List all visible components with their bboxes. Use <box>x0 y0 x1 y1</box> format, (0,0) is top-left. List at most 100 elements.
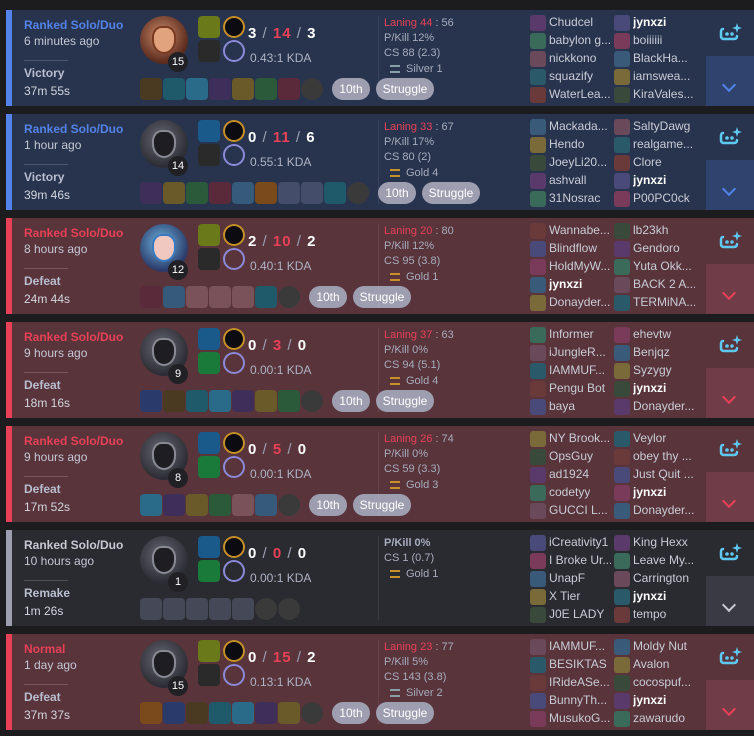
secondary-rune-icon[interactable] <box>223 40 245 62</box>
summoner-spell-2-icon[interactable] <box>198 40 220 62</box>
player-name[interactable]: Syzygy <box>633 363 672 377</box>
empty-item-slot[interactable] <box>186 598 208 620</box>
trinket-item-icon[interactable] <box>301 78 323 100</box>
player-name[interactable]: BACK 2 A... <box>633 277 695 291</box>
match-card[interactable]: Ranked Solo/Duo 1 hour ago Victory 39m 46s 1… <box>6 114 754 210</box>
primary-rune-icon[interactable] <box>223 536 245 558</box>
player-name[interactable]: Clore <box>633 155 662 169</box>
item-icon[interactable] <box>255 78 277 100</box>
item-icon[interactable] <box>163 78 185 100</box>
player-name[interactable]: iJungleR... <box>549 345 606 359</box>
player-name[interactable]: Donayder... <box>633 399 694 413</box>
expand-details-button[interactable] <box>706 576 754 626</box>
player-name[interactable]: IAMMUF... <box>549 363 605 377</box>
performance-badge[interactable]: Struggle <box>422 182 480 204</box>
secondary-rune-icon[interactable] <box>223 352 245 374</box>
player-name[interactable]: ashvall <box>549 173 586 187</box>
performance-badge[interactable]: Struggle <box>376 702 434 724</box>
secondary-rune-icon[interactable] <box>223 144 245 166</box>
player-name[interactable]: jynxzi <box>549 277 582 291</box>
primary-rune-icon[interactable] <box>223 640 245 662</box>
player-name[interactable]: tempo <box>633 607 666 621</box>
expand-details-button[interactable] <box>706 368 754 418</box>
player-name[interactable]: ehevtw <box>633 327 671 341</box>
performance-badge[interactable]: Struggle <box>376 78 434 100</box>
item-icon[interactable] <box>209 182 231 204</box>
summoner-spell-2-icon[interactable] <box>198 248 220 270</box>
summoner-spell-2-icon[interactable] <box>198 352 220 374</box>
item-icon[interactable] <box>163 494 185 516</box>
player-name[interactable]: Carrington <box>633 571 689 585</box>
match-card[interactable]: Ranked Solo/Duo 9 hours ago Defeat 18m 16s 9… <box>6 322 754 418</box>
summoner-spell-1-icon[interactable] <box>198 120 220 142</box>
ai-analysis-button[interactable] <box>706 530 754 576</box>
match-card[interactable]: Ranked Solo/Duo 10 hours ago Remake 1m 26s 1… <box>6 530 754 626</box>
player-name[interactable]: X Tier <box>549 589 580 603</box>
item-icon[interactable] <box>255 494 277 516</box>
placement-badge[interactable]: 10th <box>309 286 347 308</box>
trinket-item-icon[interactable] <box>278 598 300 620</box>
player-name[interactable]: J0E LADY <box>549 607 604 621</box>
player-name[interactable]: WaterLea... <box>549 87 611 101</box>
item-icon[interactable] <box>163 390 185 412</box>
match-card[interactable]: Ranked Solo/Duo 9 hours ago Defeat 17m 52s 8… <box>6 426 754 522</box>
summoner-spell-2-icon[interactable] <box>198 560 220 582</box>
summoner-spell-1-icon[interactable] <box>198 328 220 350</box>
summoner-spell-1-icon[interactable] <box>198 224 220 246</box>
item-icon[interactable] <box>163 702 185 724</box>
player-name[interactable]: jynxzi <box>633 693 666 707</box>
secondary-rune-icon[interactable] <box>223 664 245 686</box>
player-name[interactable]: Gendoro <box>633 241 680 255</box>
match-card[interactable]: Ranked Solo/Duo 8 hours ago Defeat 24m 44s 1… <box>6 218 754 314</box>
player-name[interactable]: GUCCI L... <box>549 503 608 517</box>
secondary-rune-icon[interactable] <box>223 248 245 270</box>
item-icon[interactable] <box>232 78 254 100</box>
primary-rune-icon[interactable] <box>223 224 245 246</box>
player-name[interactable]: ad1924 <box>549 467 589 481</box>
ai-analysis-button[interactable] <box>706 322 754 368</box>
player-name[interactable]: BunnyTh... <box>549 693 607 707</box>
player-name[interactable]: Yuta Okk... <box>633 259 692 273</box>
summoner-spell-1-icon[interactable] <box>198 640 220 662</box>
item-icon[interactable] <box>255 702 277 724</box>
placement-badge[interactable]: 10th <box>332 702 370 724</box>
summoner-spell-2-icon[interactable] <box>198 456 220 478</box>
match-card[interactable]: Ranked Solo/Duo 6 minutes ago Victory 37m 5… <box>6 10 754 106</box>
player-name[interactable]: IRideASe... <box>549 675 610 689</box>
item-icon[interactable] <box>163 182 185 204</box>
item-icon[interactable] <box>278 390 300 412</box>
player-name[interactable]: Benjqz <box>633 345 670 359</box>
player-name[interactable]: KiraVales... <box>633 87 693 101</box>
primary-rune-icon[interactable] <box>223 16 245 38</box>
player-name[interactable]: realgame... <box>633 137 693 151</box>
player-name[interactable]: Informer <box>549 327 594 341</box>
trinket-item-icon[interactable] <box>301 390 323 412</box>
empty-item-slot[interactable] <box>278 182 300 204</box>
expand-details-button[interactable] <box>706 160 754 210</box>
player-name[interactable]: jynxzi <box>633 15 666 29</box>
ai-analysis-button[interactable] <box>706 218 754 264</box>
player-name[interactable]: Donayder... <box>633 503 694 517</box>
primary-rune-icon[interactable] <box>223 432 245 454</box>
item-icon[interactable] <box>232 182 254 204</box>
empty-item-slot[interactable] <box>301 182 323 204</box>
empty-item-slot[interactable] <box>163 598 185 620</box>
player-name[interactable]: P00PC0ck <box>633 191 690 205</box>
item-icon[interactable] <box>278 702 300 724</box>
player-name[interactable]: iCreativity1 <box>549 535 608 549</box>
player-name[interactable]: iamswea... <box>633 69 690 83</box>
summoner-spell-1-icon[interactable] <box>198 432 220 454</box>
secondary-rune-icon[interactable] <box>223 560 245 582</box>
item-icon[interactable] <box>209 702 231 724</box>
primary-rune-icon[interactable] <box>223 120 245 142</box>
ai-analysis-button[interactable] <box>706 634 754 680</box>
player-name[interactable]: codetyy <box>549 485 590 499</box>
player-name[interactable]: MusukoG... <box>549 711 610 725</box>
player-name[interactable]: JoeyLi20... <box>549 155 607 169</box>
player-name[interactable]: Just Quit ... <box>633 467 694 481</box>
item-icon[interactable] <box>140 702 162 724</box>
player-name[interactable]: IAMMUF... <box>549 639 605 653</box>
player-name[interactable]: nickkono <box>549 51 596 65</box>
item-icon[interactable] <box>140 182 162 204</box>
expand-details-button[interactable] <box>706 472 754 522</box>
